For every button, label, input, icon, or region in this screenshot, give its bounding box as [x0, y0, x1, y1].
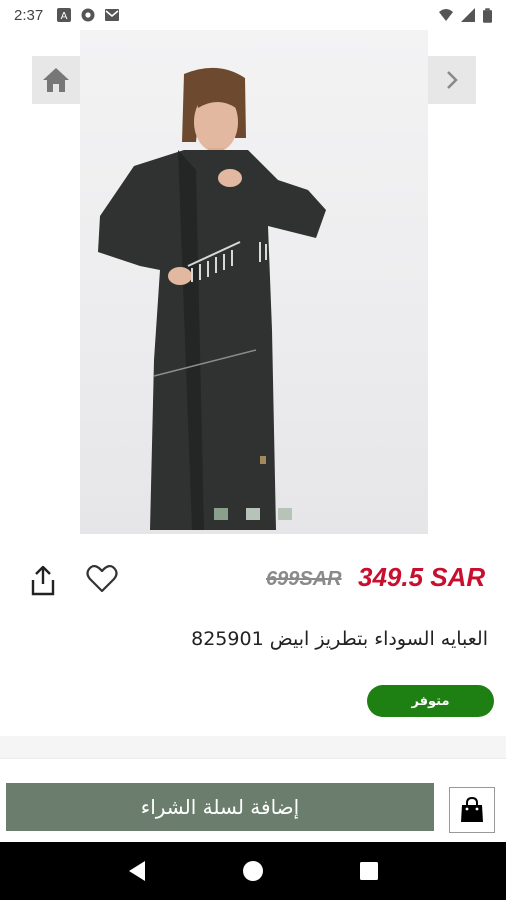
abaya-illustration	[98, 67, 326, 530]
home-button[interactable]	[32, 56, 80, 104]
price-row: 699SAR 349.5 SAR	[0, 548, 506, 612]
battery-icon	[483, 7, 492, 23]
wifi-icon	[439, 9, 453, 21]
back-icon[interactable]	[127, 860, 147, 882]
pagination-dot[interactable]	[214, 508, 228, 520]
product-image[interactable]	[80, 30, 428, 534]
stock-status-badge: متوفر	[367, 685, 494, 717]
heart-icon[interactable]	[86, 564, 118, 594]
font-icon: A	[57, 8, 72, 22]
status-bar: 2:37 A	[0, 0, 506, 30]
sale-price: 349.5 SAR	[358, 562, 486, 592]
share-icon[interactable]	[28, 564, 58, 596]
system-navigation-bar	[0, 842, 506, 900]
gmail-icon	[105, 9, 120, 21]
gallery-pagination	[214, 508, 292, 520]
cart-button[interactable]	[449, 787, 495, 833]
svg-text:A: A	[61, 11, 68, 22]
recents-icon[interactable]	[359, 861, 379, 881]
section-divider	[0, 736, 506, 758]
product-title: العبايه السوداء بتطريز ابيض 825901	[191, 628, 488, 650]
next-image-button[interactable]	[428, 56, 476, 104]
shopping-bag-icon	[461, 797, 483, 822]
signal-icon	[461, 8, 475, 22]
status-time: 2:37	[14, 6, 44, 24]
chevron-right-icon	[447, 71, 458, 89]
home-icon	[43, 68, 69, 92]
original-price: 699SAR	[266, 568, 342, 590]
pagination-dot[interactable]	[246, 508, 260, 520]
chrome-icon	[81, 8, 95, 22]
pagination-dot[interactable]	[278, 508, 292, 520]
add-to-cart-button[interactable]: إضافة لسلة الشراء	[6, 783, 434, 831]
home-circle-icon[interactable]	[242, 860, 264, 882]
product-gallery[interactable]	[0, 30, 506, 534]
bottom-action-bar: إضافة لسلة الشراء	[0, 758, 506, 842]
